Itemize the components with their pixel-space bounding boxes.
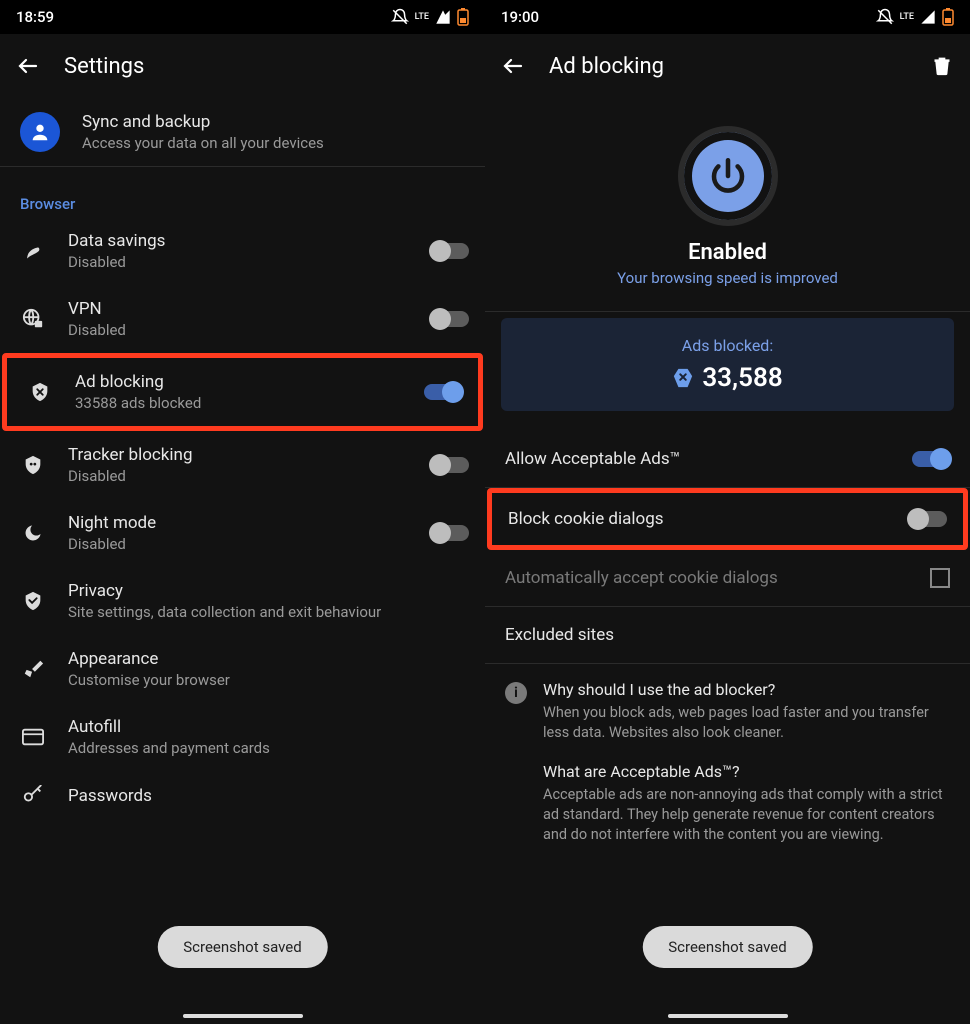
ads-blocked-card: Ads blocked: 33,588 <box>501 318 954 411</box>
lte-indicator: LTE <box>415 13 429 22</box>
battery-icon <box>942 8 954 26</box>
auto-accept-row: Automatically accept cookie dialogs <box>485 550 970 606</box>
faq-a1: When you block ads, web pages load faste… <box>543 703 950 744</box>
trash-icon[interactable] <box>930 54 954 78</box>
allow-acceptable-ads-row[interactable]: Allow Acceptable Ads™ <box>485 431 970 487</box>
ads-blocked-value: 33,588 <box>702 363 782 393</box>
shield-check-icon <box>20 590 46 612</box>
passwords-row[interactable]: Passwords <box>0 771 485 821</box>
faq-section: i Why should I use the ad blocker? When … <box>485 664 970 861</box>
privacy-sub: Site settings, data collection and exit … <box>68 603 469 621</box>
clock: 19:00 <box>501 8 539 26</box>
info-icon: i <box>505 682 527 704</box>
globe-lock-icon <box>20 308 46 330</box>
status-bar: 18:59 LTE <box>0 0 485 34</box>
hexagon-x-icon <box>672 367 694 389</box>
excluded-sites-row[interactable]: Excluded sites <box>485 607 970 663</box>
notifications-off-icon <box>876 8 894 26</box>
tracker-toggle[interactable] <box>431 457 469 473</box>
page-title: Settings <box>64 54 469 79</box>
vpn-row[interactable]: VPN Disabled <box>0 285 485 353</box>
excluded-sites-label: Excluded sites <box>505 625 950 645</box>
data-savings-title: Data savings <box>68 231 409 251</box>
battery-icon <box>457 8 469 26</box>
passwords-title: Passwords <box>68 786 469 806</box>
data-savings-toggle[interactable] <box>431 243 469 259</box>
key-icon <box>20 785 46 807</box>
toast: Screenshot saved <box>157 926 327 968</box>
avatar-icon <box>20 112 60 152</box>
browser-section-label: Browser <box>0 167 485 217</box>
power-section: Enabled Your browsing speed is improved <box>485 98 970 311</box>
ads-blocked-label: Ads blocked: <box>519 336 936 355</box>
faq-q1: Why should I use the ad blocker? <box>543 680 950 699</box>
tracker-icon <box>20 454 46 476</box>
tracker-blocking-row[interactable]: Tracker blocking Disabled <box>0 431 485 499</box>
back-icon[interactable] <box>501 54 525 78</box>
enabled-label: Enabled <box>688 240 767 265</box>
auto-accept-checkbox <box>930 568 950 588</box>
privacy-title: Privacy <box>68 581 469 601</box>
nav-bar <box>0 1008 485 1024</box>
sync-title: Sync and backup <box>82 112 469 132</box>
ad-blocking-row[interactable]: Ad blocking 33588 ads blocked <box>2 353 483 431</box>
enabled-sub: Your browsing speed is improved <box>617 269 838 287</box>
data-savings-sub: Disabled <box>68 253 409 271</box>
block-cookie-label: Block cookie dialogs <box>508 509 909 529</box>
leaf-icon <box>20 241 46 261</box>
appearance-row[interactable]: Appearance Customise your browser <box>0 635 485 703</box>
clock: 18:59 <box>16 8 54 26</box>
ad-blocking-toggle[interactable] <box>424 384 462 400</box>
signal-icon <box>920 9 936 25</box>
night-sub: Disabled <box>68 535 409 553</box>
lte-indicator: LTE <box>900 13 914 22</box>
appearance-sub: Customise your browser <box>68 671 469 689</box>
night-toggle[interactable] <box>431 525 469 541</box>
nav-bar <box>485 1008 970 1024</box>
app-bar: Ad blocking <box>485 34 970 98</box>
signal-icon <box>435 9 451 25</box>
ad-blocking-title: Ad blocking <box>75 372 402 392</box>
auto-accept-label: Automatically accept cookie dialogs <box>505 568 930 588</box>
sync-sub: Access your data on all your devices <box>82 134 469 152</box>
page-title: Ad blocking <box>549 54 906 79</box>
sync-backup-row[interactable]: Sync and backup Access your data on all … <box>0 98 485 166</box>
faq-q2: What are Acceptable Ads™? <box>543 762 950 781</box>
left-screenshot: 18:59 LTE Settings Sync and backup <box>0 0 485 1024</box>
allow-acceptable-label: Allow Acceptable Ads™ <box>505 449 912 469</box>
status-bar: 19:00 LTE <box>485 0 970 34</box>
card-icon <box>20 728 46 746</box>
moon-icon <box>20 523 46 543</box>
vpn-toggle[interactable] <box>431 311 469 327</box>
autofill-row[interactable]: Autofill Addresses and payment cards <box>0 703 485 771</box>
block-cookie-toggle[interactable] <box>909 511 947 527</box>
privacy-row[interactable]: Privacy Site settings, data collection a… <box>0 567 485 635</box>
data-savings-row[interactable]: Data savings Disabled <box>0 217 485 285</box>
back-icon[interactable] <box>16 54 40 78</box>
app-bar: Settings <box>0 34 485 98</box>
vpn-sub: Disabled <box>68 321 409 339</box>
night-mode-row[interactable]: Night mode Disabled <box>0 499 485 567</box>
brush-icon <box>20 658 46 680</box>
block-cookie-dialogs-row[interactable]: Block cookie dialogs <box>492 493 963 545</box>
shield-x-icon <box>27 381 53 403</box>
autofill-sub: Addresses and payment cards <box>68 739 469 757</box>
appearance-title: Appearance <box>68 649 469 669</box>
divider <box>485 311 970 312</box>
vpn-title: VPN <box>68 299 409 319</box>
tracker-title: Tracker blocking <box>68 445 409 465</box>
faq-a2: Acceptable ads are non-annoying ads that… <box>543 785 950 846</box>
autofill-title: Autofill <box>68 717 469 737</box>
ad-blocking-sub: 33588 ads blocked <box>75 394 402 412</box>
tracker-sub: Disabled <box>68 467 409 485</box>
allow-acceptable-toggle[interactable] <box>912 451 950 467</box>
night-title: Night mode <box>68 513 409 533</box>
toast: Screenshot saved <box>642 926 812 968</box>
notifications-off-icon <box>391 8 409 26</box>
right-screenshot: 19:00 LTE Ad blocking Enable <box>485 0 970 1024</box>
power-button[interactable] <box>678 126 778 226</box>
